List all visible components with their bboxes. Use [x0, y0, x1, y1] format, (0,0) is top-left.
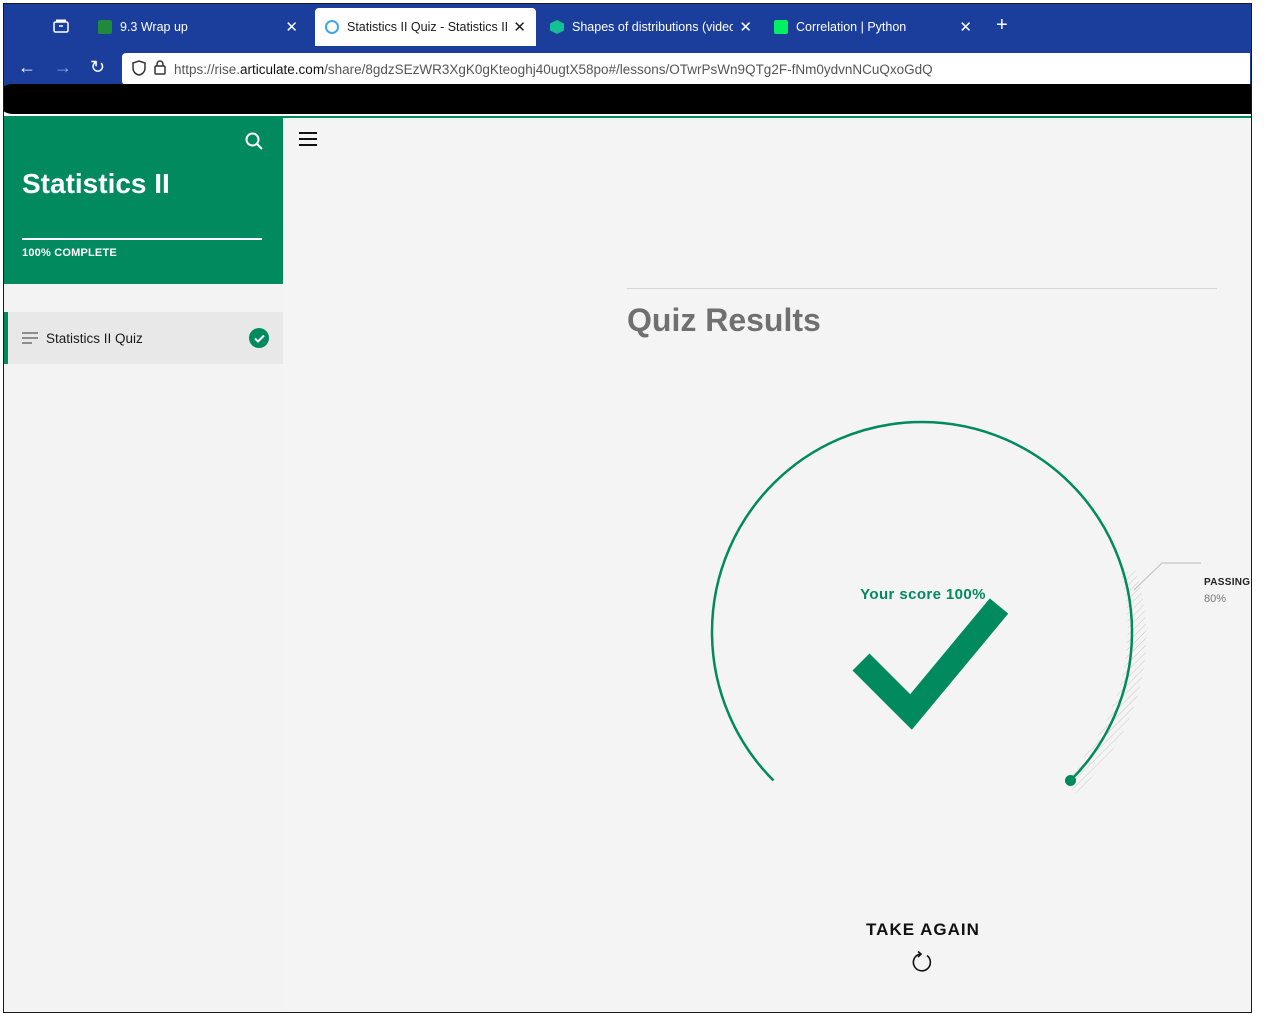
- course-header: Statistics II 100% COMPLETE: [4, 116, 283, 284]
- checkmark-icon: [852, 598, 1009, 730]
- reload-icon[interactable]: ↻: [90, 57, 105, 78]
- passing-label: PASSING: [1204, 577, 1251, 588]
- close-tab-icon[interactable]: ✕: [959, 18, 972, 36]
- lock-icon[interactable]: [154, 60, 166, 78]
- classroom-favicon-icon: [98, 20, 112, 34]
- browser-window: 9.3 Wrap up ✕ Statistics II Quiz - Stati…: [3, 3, 1252, 1013]
- rise-favicon-icon: [325, 20, 339, 34]
- tab-correlation-python[interactable]: Correlation | Python ✕: [764, 8, 982, 46]
- section-divider: [627, 288, 1217, 289]
- address-bar[interactable]: https://rise.articulate.com/share/8gdzSE…: [122, 53, 1250, 85]
- lesson-list-icon: [22, 332, 38, 344]
- tab-statistics-quiz[interactable]: Statistics II Quiz - Statistics II | R ✕: [315, 8, 536, 46]
- passing-zone: [1062, 569, 1147, 794]
- tab-overview-icon[interactable]: [40, 12, 82, 40]
- take-again-button[interactable]: TAKE AGAIN: [843, 920, 1003, 940]
- new-tab-icon[interactable]: +: [996, 14, 1008, 37]
- score-label: Your score 100%: [860, 586, 986, 603]
- search-icon[interactable]: [245, 132, 263, 150]
- tab-bar: 9.3 Wrap up ✕ Statistics II Quiz - Stati…: [4, 4, 1251, 48]
- lesson-complete-icon: [249, 328, 269, 348]
- tab-wrap-up[interactable]: 9.3 Wrap up ✕: [88, 8, 308, 46]
- tab-shapes-of-distributions[interactable]: Shapes of distributions (video) | ✕: [540, 8, 762, 46]
- hamburger-menu-icon[interactable]: [297, 130, 319, 148]
- passing-leader-line: [1133, 562, 1201, 591]
- url-text: https://rise.articulate.com/share/8gdzSE…: [174, 61, 933, 77]
- close-tab-icon[interactable]: ✕: [513, 18, 526, 36]
- score-gauge: [710, 420, 1201, 794]
- close-tab-icon[interactable]: ✕: [739, 18, 752, 36]
- page-title: Quiz Results: [627, 302, 821, 338]
- lesson-label: Statistics II Quiz: [46, 330, 143, 346]
- course-title: Statistics II: [22, 168, 170, 199]
- khan-academy-favicon-icon: [550, 20, 564, 34]
- quiz-results-panel: Quiz Results Your score 100% PASSING 80%…: [283, 116, 1251, 1012]
- passing-value: 80%: [1204, 593, 1227, 605]
- forward-icon[interactable]: →: [54, 57, 72, 78]
- sidebar-item-statistics-quiz[interactable]: Statistics II Quiz: [4, 312, 283, 364]
- progress-bar: [22, 238, 262, 240]
- datacamp-favicon-icon: [774, 20, 788, 34]
- redacted-bookmarks-bar: [4, 84, 1251, 114]
- progress-label: 100% COMPLETE: [22, 247, 117, 259]
- back-icon[interactable]: ←: [18, 57, 36, 78]
- tracking-protection-icon[interactable]: [132, 59, 146, 79]
- retry-icon[interactable]: [911, 950, 935, 974]
- close-tab-icon[interactable]: ✕: [285, 18, 298, 36]
- score-indicator-dot: [1065, 775, 1076, 786]
- course-sidebar: Statistics II 100% COMPLETE Statistics I…: [4, 116, 283, 1012]
- top-accent-line: [283, 116, 1251, 118]
